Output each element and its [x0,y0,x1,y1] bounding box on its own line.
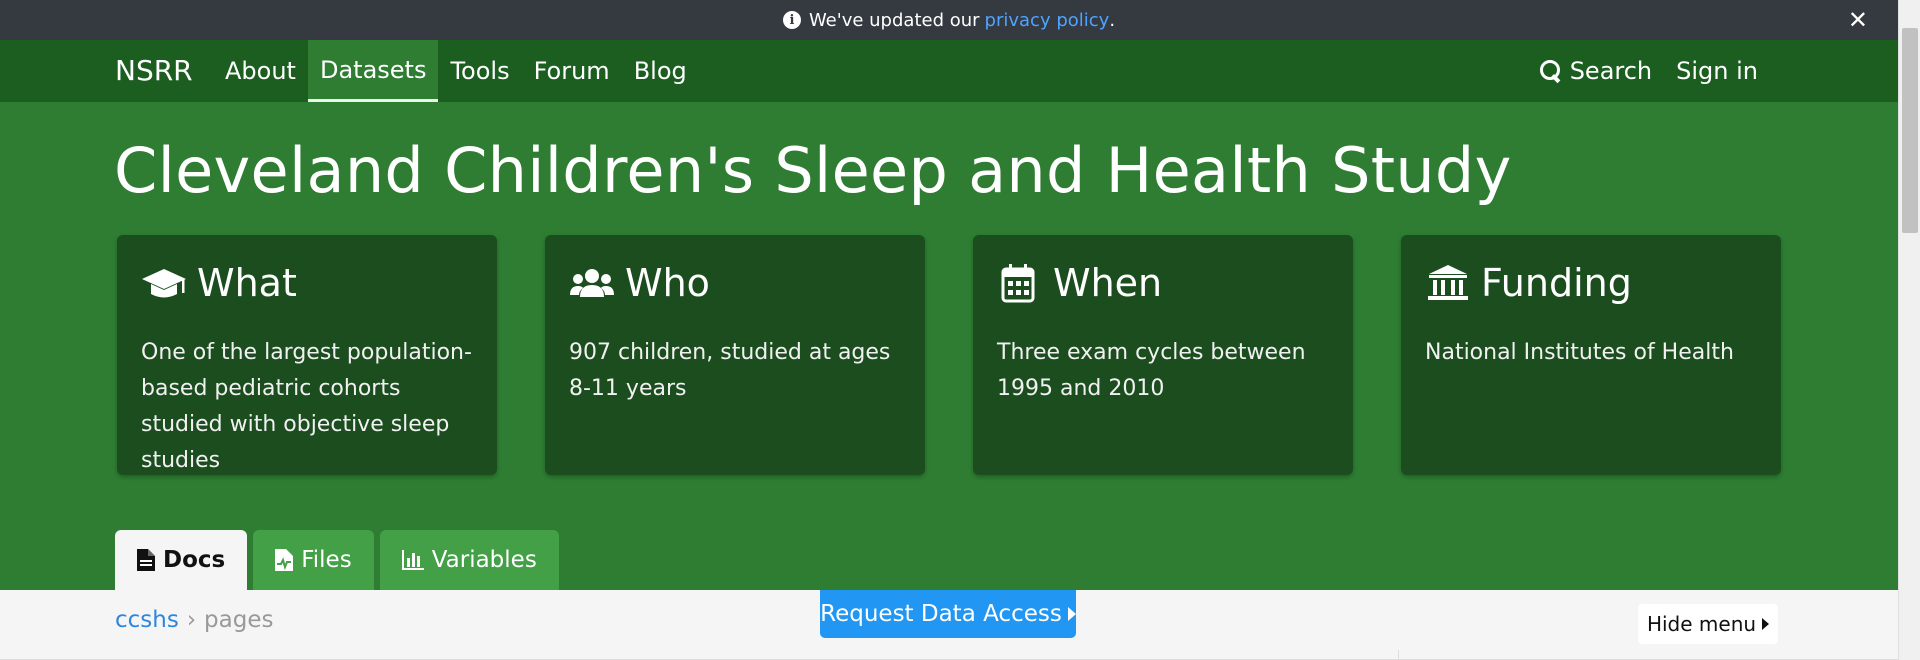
top-navbar: NSRR About Datasets Tools Forum Blog Sea… [0,40,1898,102]
card-what-title: What [197,261,297,305]
nav-about[interactable]: About [213,40,308,102]
page-scrollbar[interactable] [1898,0,1920,660]
nav-links: About Datasets Tools Forum Blog [213,40,699,102]
file-icon [137,549,155,571]
announcement-suffix: . [1109,9,1116,31]
nav-tools[interactable]: Tools [438,40,521,102]
card-funding-title: Funding [1481,261,1632,305]
card-when: When Three exam cycles between 1995 and … [973,235,1353,475]
calendar-icon [1001,264,1035,303]
hide-menu-button[interactable]: Hide menu [1638,604,1778,644]
card-when-title: When [1053,261,1163,305]
dataset-tabs: Docs Files Variables [115,530,559,590]
caret-right-icon [1067,607,1076,621]
brand-logo[interactable]: NSRR [115,54,193,87]
info-icon: i [782,11,801,29]
tab-variables[interactable]: Variables [379,530,559,590]
card-what-body: One of the largest population-based pedi… [141,340,472,473]
sidebar-divider [1398,650,1399,660]
file-medical-icon [275,549,294,571]
privacy-policy-link[interactable]: privacy policy [985,10,1110,31]
tab-docs[interactable]: Docs [115,530,248,590]
page-title: Cleveland Children's Sleep and Health St… [114,134,1512,207]
close-icon[interactable]: ✕ [1848,6,1868,34]
card-who: Who 907 children, studied at ages 8-11 y… [545,235,925,475]
signin-link[interactable]: Sign in [1676,57,1758,85]
breadcrumb: ccshs › pages [115,607,273,633]
scrollbar-thumb[interactable] [1902,28,1918,233]
caret-right-icon [1762,618,1770,630]
card-what: What One of the largest population-based… [117,235,497,475]
nav-right: Search Sign in [1539,40,1758,102]
graduation-cap-icon [142,269,186,298]
card-funding: Funding National Institutes of Health [1401,235,1781,475]
university-icon [1428,265,1468,300]
tab-variables-label: Variables [431,547,537,573]
card-funding-body: National Institutes of Health [1425,340,1734,365]
sub-bar: ccshs › pages Request Data Access Hide m… [0,590,1898,660]
tab-docs-label: Docs [163,547,226,573]
hero-section: Cleveland Children's Sleep and Health St… [0,102,1898,590]
tab-files[interactable]: Files [253,530,374,590]
nav-blog[interactable]: Blog [622,40,699,102]
request-data-access-label: Request Data Access [820,601,1062,627]
search-label: Search [1569,57,1653,85]
request-data-access-button[interactable]: Request Data Access [820,590,1076,638]
breadcrumb-ccshs[interactable]: ccshs [115,607,179,633]
announcement-text: We've updated our [808,9,980,31]
search-icon [1539,60,1562,82]
card-who-body: 907 children, studied at ages 8-11 years [569,340,891,401]
card-who-title: Who [625,261,710,305]
breadcrumb-separator: › [186,607,197,633]
announcement-bar: i We've updated our privacy policy . ✕ [0,0,1898,40]
hide-menu-label: Hide menu [1646,612,1757,636]
search-button[interactable]: Search [1539,57,1653,85]
nav-datasets[interactable]: Datasets [307,40,439,102]
card-when-body: Three exam cycles between 1995 and 2010 [997,340,1306,401]
chart-bar-icon [401,550,424,570]
users-icon [570,269,614,297]
nav-forum[interactable]: Forum [522,40,622,102]
tab-files-label: Files [301,547,352,573]
breadcrumb-pages: pages [204,607,274,633]
summary-cards: What One of the largest population-based… [117,235,1781,475]
